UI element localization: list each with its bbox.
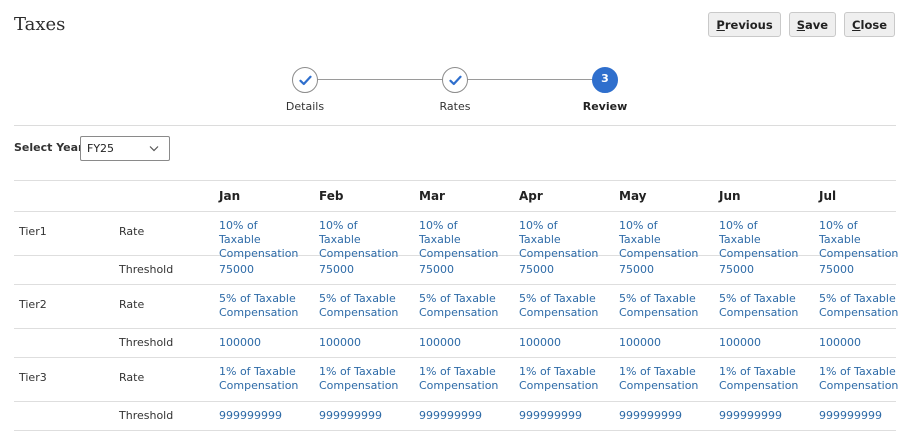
rate-value-cell[interactable]: 5% of Taxable Compensation bbox=[219, 292, 298, 320]
save-button-label: ave bbox=[804, 17, 829, 32]
threshold-value-cell[interactable]: 75000 bbox=[719, 263, 809, 277]
threshold-value-cell[interactable]: 75000 bbox=[519, 263, 609, 277]
previous-button[interactable]: Previous bbox=[708, 12, 781, 37]
taxes-page: Taxes Previous Save Close Details Rates … bbox=[0, 0, 901, 438]
page-title: Taxes bbox=[14, 14, 66, 35]
table-row: Threshold 100000 100000 100000 100000 100000 1… bbox=[14, 329, 896, 358]
tier-label: Tier2 bbox=[19, 298, 47, 311]
checkmark-icon bbox=[298, 75, 312, 85]
threshold-value-cell[interactable]: 100000 bbox=[519, 336, 609, 350]
attribute-label: Threshold bbox=[119, 263, 174, 276]
column-header-mar: Mar bbox=[419, 189, 445, 203]
step-complete-indicator bbox=[292, 67, 318, 93]
threshold-value-cell[interactable]: 75000 bbox=[619, 263, 709, 277]
save-button[interactable]: Save bbox=[788, 12, 837, 37]
table-row: Threshold 75000 75000 75000 75000 75000 75000 7… bbox=[14, 256, 896, 285]
attribute-label: Threshold bbox=[119, 409, 174, 422]
column-header-feb: Feb bbox=[319, 189, 344, 203]
table-row: Tier1 Rate 10% of Taxable Compensation 10% … bbox=[14, 212, 898, 260]
column-header-may: May bbox=[619, 189, 647, 203]
threshold-value-cell[interactable]: 999999999 bbox=[419, 409, 509, 423]
attribute-label: Threshold bbox=[119, 336, 174, 349]
tier-label: Tier1 bbox=[19, 225, 47, 238]
rate-value-cell[interactable]: 10% of Taxable Compensation bbox=[619, 219, 698, 261]
threshold-value-cell[interactable]: 100000 bbox=[219, 336, 309, 350]
column-header-jul: Jul bbox=[819, 189, 837, 203]
rate-value-cell[interactable]: 1% of Taxable Compensation bbox=[719, 365, 798, 393]
year-select-value: FY25 bbox=[87, 142, 115, 155]
step-complete-indicator bbox=[442, 67, 468, 93]
threshold-value-cell[interactable]: 999999999 bbox=[619, 409, 709, 423]
train-stop-label: Details bbox=[285, 100, 325, 113]
rate-value-cell[interactable]: 5% of Taxable Compensation bbox=[519, 292, 598, 320]
header-actions: Previous Save Close bbox=[708, 12, 895, 37]
rate-value-cell[interactable]: 10% of Taxable Compensation bbox=[319, 219, 398, 261]
threshold-value-cell[interactable]: 100000 bbox=[619, 336, 709, 350]
rate-value-cell[interactable]: 10% of Taxable Compensation bbox=[419, 219, 498, 261]
tax-rates-grid: Jan Feb Mar Apr May Jun Jul Tier1 Rate 10% of Ta… bbox=[14, 180, 898, 431]
train-stop-review[interactable]: 3 Review bbox=[570, 67, 640, 113]
select-year-label: Select Year: bbox=[14, 141, 88, 154]
previous-button-mnemonic: P bbox=[716, 17, 725, 32]
close-button-label: lose bbox=[860, 17, 888, 32]
threshold-value-cell[interactable]: 75000 bbox=[219, 263, 309, 277]
train-stop-rates[interactable]: Rates bbox=[420, 67, 490, 113]
rate-value-cell[interactable]: 1% of Taxable Compensation bbox=[219, 365, 298, 393]
threshold-value-cell[interactable]: 100000 bbox=[419, 336, 509, 350]
close-button[interactable]: Close bbox=[844, 12, 895, 37]
rate-value-cell[interactable]: 1% of Taxable Compensation bbox=[519, 365, 598, 393]
section-divider bbox=[14, 125, 896, 126]
threshold-value-cell[interactable]: 75000 bbox=[419, 263, 509, 277]
column-header-apr: Apr bbox=[519, 189, 543, 203]
save-button-mnemonic: S bbox=[796, 17, 805, 32]
close-button-mnemonic: C bbox=[852, 17, 861, 32]
threshold-value-cell[interactable]: 999999999 bbox=[819, 409, 901, 423]
rate-value-cell[interactable]: 1% of Taxable Compensation bbox=[419, 365, 498, 393]
threshold-value-cell[interactable]: 100000 bbox=[719, 336, 809, 350]
train-stop-details[interactable]: Details bbox=[270, 67, 340, 113]
rate-value-cell[interactable]: 1% of Taxable Compensation bbox=[819, 365, 898, 393]
rate-value-cell[interactable]: 10% of Taxable Compensation bbox=[219, 219, 298, 261]
tier-label: Tier3 bbox=[19, 371, 47, 384]
train-stop-label: Review bbox=[582, 100, 628, 113]
checkmark-icon bbox=[448, 75, 462, 85]
rate-value-cell[interactable]: 10% of Taxable Compensation bbox=[819, 219, 898, 261]
step-number-badge: 3 bbox=[592, 67, 618, 93]
train-stop-label: Rates bbox=[439, 100, 471, 113]
attribute-label: Rate bbox=[119, 371, 145, 384]
grid-header-row: Jan Feb Mar Apr May Jun Jul bbox=[14, 180, 896, 212]
rate-value-cell[interactable]: 5% of Taxable Compensation bbox=[619, 292, 698, 320]
chevron-down-icon bbox=[149, 146, 159, 152]
threshold-value-cell[interactable]: 999999999 bbox=[719, 409, 809, 423]
rate-value-cell[interactable]: 10% of Taxable Compensation bbox=[519, 219, 598, 261]
rate-value-cell[interactable]: 5% of Taxable Compensation bbox=[419, 292, 498, 320]
train-navigator: Details Rates 3 Review bbox=[0, 67, 901, 117]
attribute-label: Rate bbox=[119, 298, 145, 311]
year-select-dropdown[interactable]: FY25 bbox=[80, 136, 170, 161]
column-header-jan: Jan bbox=[219, 189, 241, 203]
threshold-value-cell[interactable]: 75000 bbox=[319, 263, 409, 277]
previous-button-label: revious bbox=[724, 17, 773, 32]
attribute-label: Rate bbox=[119, 225, 145, 238]
rate-value-cell[interactable]: 10% of Taxable Compensation bbox=[719, 219, 798, 261]
table-row: Threshold 999999999 999999999 999999999 9999… bbox=[14, 402, 896, 431]
threshold-value-cell[interactable]: 100000 bbox=[319, 336, 409, 350]
rate-value-cell[interactable]: 5% of Taxable Compensation bbox=[719, 292, 798, 320]
rate-value-cell[interactable]: 1% of Taxable Compensation bbox=[319, 365, 398, 393]
threshold-value-cell[interactable]: 999999999 bbox=[219, 409, 309, 423]
table-row: Tier2 Rate 5% of Taxable Compensation 5% of… bbox=[14, 285, 898, 329]
threshold-value-cell[interactable]: 100000 bbox=[819, 336, 901, 350]
threshold-value-cell[interactable]: 999999999 bbox=[519, 409, 609, 423]
rate-value-cell[interactable]: 5% of Taxable Compensation bbox=[319, 292, 398, 320]
table-row: Tier3 Rate 1% of Taxable Compensation 1% of… bbox=[14, 358, 898, 402]
rate-value-cell[interactable]: 1% of Taxable Compensation bbox=[619, 365, 698, 393]
threshold-value-cell[interactable]: 999999999 bbox=[319, 409, 409, 423]
rate-value-cell[interactable]: 5% of Taxable Compensation bbox=[819, 292, 898, 320]
column-header-jun: Jun bbox=[719, 189, 741, 203]
threshold-value-cell[interactable]: 75000 bbox=[819, 263, 901, 277]
